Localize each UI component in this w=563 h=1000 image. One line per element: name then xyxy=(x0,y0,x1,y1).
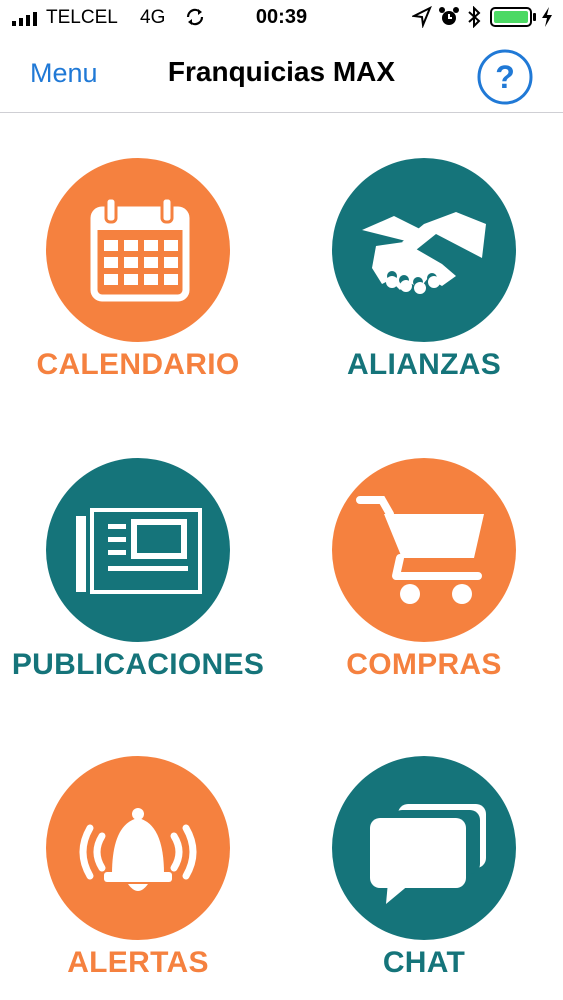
tile-label: ALERTAS xyxy=(67,946,209,979)
tile-label: CALENDARIO xyxy=(36,348,240,381)
tile-calendario[interactable]: CALENDARIO xyxy=(8,158,268,382)
alarm-icon xyxy=(438,6,460,34)
tile-label: COMPRAS xyxy=(346,648,502,681)
chat-circle xyxy=(332,756,516,940)
signal-icon xyxy=(12,10,42,32)
network-type: 4G xyxy=(140,7,166,28)
calendar-icon xyxy=(90,196,190,302)
carrier-name: TELCEL xyxy=(46,7,118,28)
newspaper-icon xyxy=(76,508,202,594)
chat-icon xyxy=(370,804,486,904)
help-icon[interactable]: ? xyxy=(476,48,534,106)
battery-icon xyxy=(490,6,538,34)
tile-alertas[interactable]: ALERTAS xyxy=(8,756,268,980)
navigation-bar: Menu Franquicias MAX ? xyxy=(0,38,563,113)
tile-publicaciones[interactable]: PUBLICACIONES xyxy=(8,458,268,682)
handshake-circle xyxy=(332,158,516,342)
tile-label: PUBLICACIONES xyxy=(11,648,265,681)
tile-label: CHAT xyxy=(382,946,466,979)
bell-icon xyxy=(79,808,197,891)
tile-chat[interactable]: CHAT xyxy=(294,756,554,980)
shopping-cart-icon xyxy=(356,496,484,604)
sync-icon xyxy=(184,6,206,34)
handshake-icon xyxy=(362,212,486,294)
calendar-circle xyxy=(46,158,230,342)
cart-circle xyxy=(332,458,516,642)
status-bar: TELCEL 4G 00:39 xyxy=(0,0,563,38)
charging-icon xyxy=(540,6,554,34)
newspaper-circle xyxy=(46,458,230,642)
tile-alianzas[interactable]: ALIANZAS xyxy=(294,158,554,382)
tile-compras[interactable]: COMPRAS xyxy=(294,458,554,682)
tile-label: ALIANZAS xyxy=(346,348,502,381)
menu-button[interactable]: Menu xyxy=(30,58,98,89)
svg-text:?: ? xyxy=(495,59,515,95)
bell-circle xyxy=(46,756,230,940)
bluetooth-icon xyxy=(466,5,482,34)
location-icon xyxy=(410,5,432,34)
